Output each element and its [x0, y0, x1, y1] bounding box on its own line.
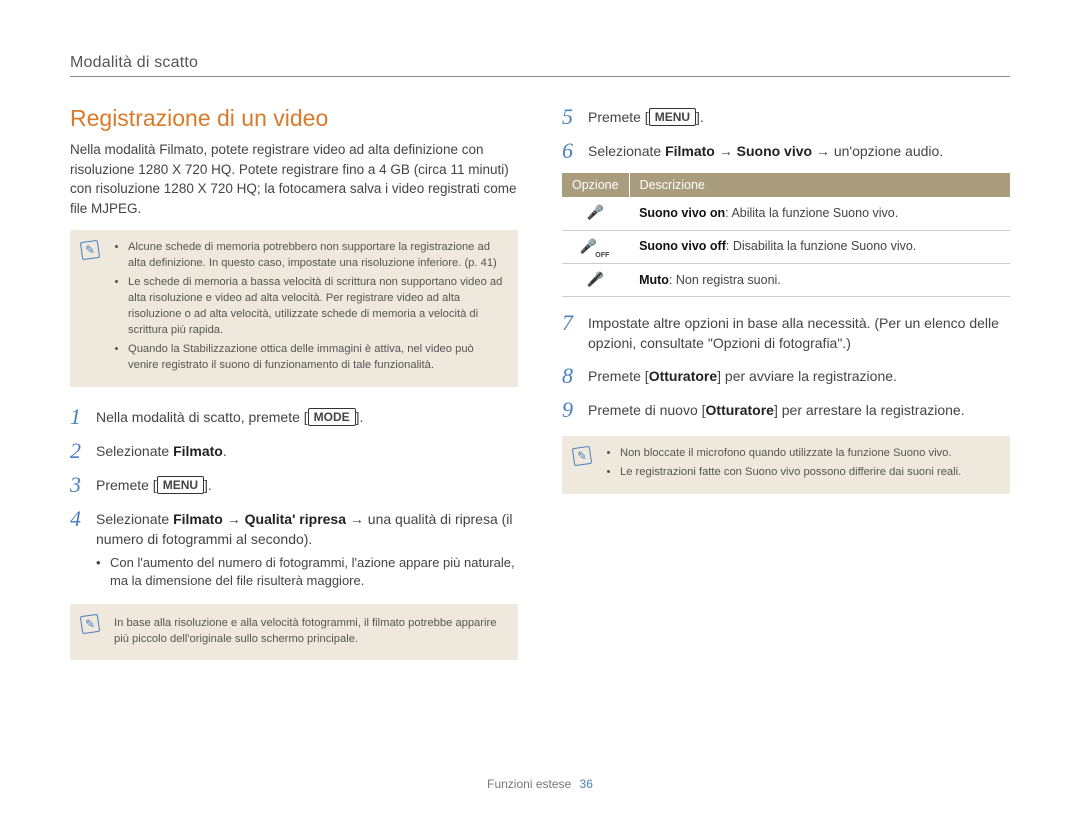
step-6: 6 Selezionate Filmato → Suono vivo → un'… — [562, 139, 1010, 163]
note-item: Quando la Stabilizzazione ottica delle i… — [128, 342, 504, 374]
option-desc: Non registra suoni. — [676, 273, 781, 287]
step-number: 4 — [70, 507, 96, 590]
mic-mute-icon — [587, 270, 604, 290]
breadcrumb: Modalità di scatto — [70, 54, 1010, 77]
step-text: ]. — [356, 409, 364, 425]
steps-right-bottom: 7 Impostate altre opzioni in base alla n… — [562, 311, 1010, 422]
note-icon — [80, 614, 100, 634]
step-number: 7 — [562, 311, 588, 354]
step-4: 4 Selezionate Filmato → Qualita' ripresa… — [70, 507, 518, 590]
step-number: 8 — [562, 364, 588, 388]
section-title: Registrazione di un video — [70, 105, 518, 132]
table-row: Suono vivo on: Abilita la funzione Suono… — [562, 197, 1010, 230]
intro-paragraph: Nella modalità Filmato, potete registrar… — [70, 140, 518, 218]
footer-label: Funzioni estese — [487, 777, 571, 791]
right-column: 5 Premete [MENU]. 6 Selezionate Filmato … — [562, 105, 1010, 678]
note-box-2: In base alla risoluzione e alla velocità… — [70, 604, 518, 660]
note-item: Alcune schede di memoria potrebbero non … — [128, 240, 504, 272]
table-header-option: Opzione — [562, 173, 629, 197]
menu-button-label: MENU — [157, 476, 204, 494]
steps-right-top: 5 Premete [MENU]. 6 Selezionate Filmato … — [562, 105, 1010, 163]
menu-button-label: MENU — [649, 108, 696, 126]
steps-left: 1 Nella modalità di scatto, premete [MOD… — [70, 405, 518, 591]
note-item: Non bloccate il microfono quando utilizz… — [620, 446, 996, 462]
step-text: Impostate altre opzioni in base alla nec… — [588, 311, 1010, 354]
table-row: OFF Suono vivo off: Disabilita la funzio… — [562, 230, 1010, 263]
table-header-description: Descrizione — [629, 173, 1010, 197]
options-table: Opzione Descrizione Suono vivo on: Abili… — [562, 173, 1010, 297]
step-1: 1 Nella modalità di scatto, premete [MOD… — [70, 405, 518, 429]
note-box-1: Alcune schede di memoria potrebbero non … — [70, 230, 518, 386]
mode-button-label: MODE — [308, 408, 356, 426]
option-label: Muto — [639, 273, 669, 287]
note-box-3: Non bloccate il microfono quando utilizz… — [562, 436, 1010, 494]
note-item: Le registrazioni fatte con Suono vivo po… — [620, 465, 996, 481]
step-text: Selezionate Filmato → Qualita' ripresa →… — [96, 511, 513, 547]
step-text: Premete [ — [96, 477, 157, 493]
option-desc: Abilita la funzione Suono vivo. — [731, 206, 898, 220]
mic-on-icon — [587, 204, 604, 221]
step-number: 5 — [562, 105, 588, 129]
step-number: 1 — [70, 405, 96, 429]
option-label: Suono vivo off — [639, 239, 726, 253]
option-desc: Disabilita la funzione Suono vivo. — [733, 239, 916, 253]
page-footer: Funzioni estese 36 — [0, 777, 1080, 791]
step-text: Premete [ — [588, 109, 649, 125]
note-text: In base alla risoluzione e alla velocità… — [114, 616, 504, 648]
step-5: 5 Premete [MENU]. — [562, 105, 1010, 129]
option-label: Suono vivo on — [639, 206, 725, 220]
step-number: 9 — [562, 398, 588, 422]
step-number: 6 — [562, 139, 588, 163]
step-7: 7 Impostate altre opzioni in base alla n… — [562, 311, 1010, 354]
step-number: 3 — [70, 473, 96, 497]
table-row: Muto: Non registra suoni. — [562, 263, 1010, 296]
step-text: Premete [Otturatore] per avviare la regi… — [588, 364, 1010, 388]
left-column: Registrazione di un video Nella modalità… — [70, 105, 518, 678]
note-item: Le schede di memoria a bassa velocità di… — [128, 275, 504, 339]
page-number: 36 — [580, 777, 593, 791]
step-3: 3 Premete [MENU]. — [70, 473, 518, 497]
note-icon — [80, 240, 100, 260]
step-9: 9 Premete di nuovo [Otturatore] per arre… — [562, 398, 1010, 422]
step-8: 8 Premete [Otturatore] per avviare la re… — [562, 364, 1010, 388]
step-subtext: Con l'aumento del numero di fotogrammi, … — [96, 554, 518, 590]
step-text: ]. — [696, 109, 704, 125]
step-text: Premete di nuovo [Otturatore] per arrest… — [588, 398, 1010, 422]
step-text: Selezionate Filmato. — [96, 439, 518, 463]
note-icon — [572, 446, 592, 466]
step-text: Selezionate Filmato → Suono vivo → un'op… — [588, 139, 1010, 163]
step-number: 2 — [70, 439, 96, 463]
step-text: ]. — [204, 477, 212, 493]
step-text: Nella modalità di scatto, premete [ — [96, 409, 308, 425]
step-2: 2 Selezionate Filmato. — [70, 439, 518, 463]
